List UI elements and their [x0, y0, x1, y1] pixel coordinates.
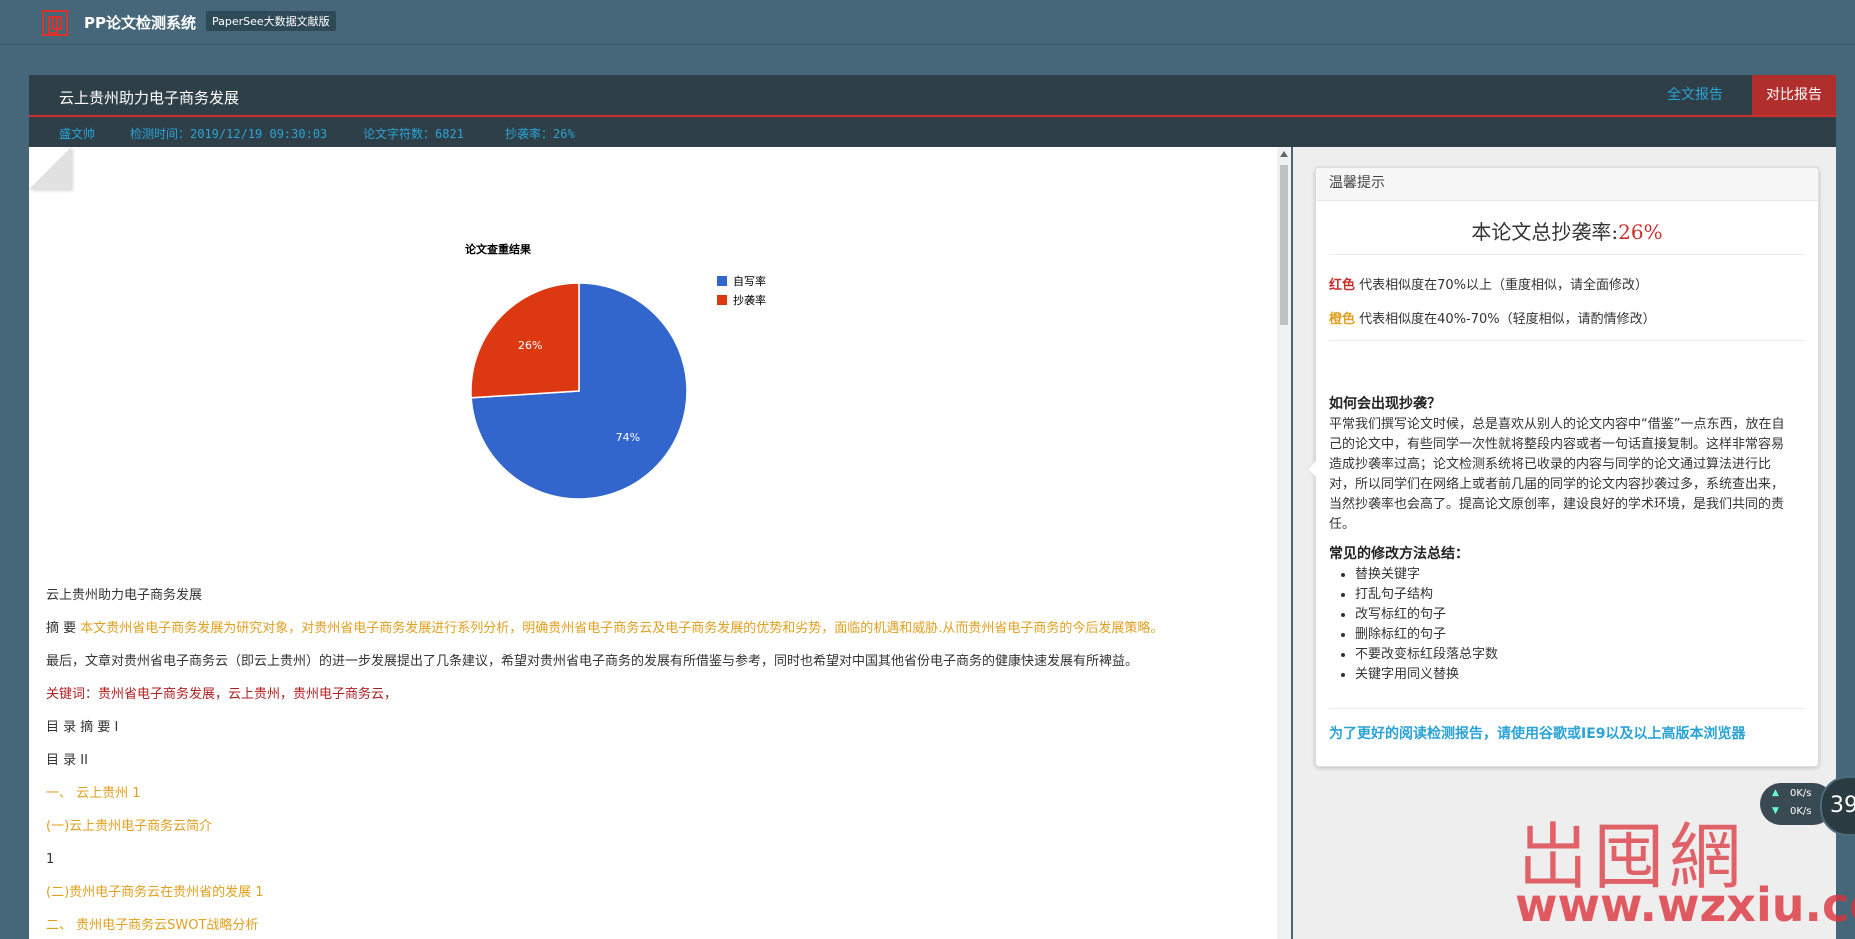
line-text: 一、 云上贵州 1 [46, 786, 141, 801]
top-bar: PP论文检测系统 PaperSee大数据文献版 [0, 0, 1855, 45]
meta-chars: 论文字符数：6821 [363, 127, 464, 141]
watermark-url: www.wzxiu.com [1515, 878, 1855, 932]
document-panel: 论文查重结果 74% 26% 自写率 抄袭率 云上贵州助力电子商务发展摘 要 本文贵… [29, 147, 1282, 939]
orange-label: 橙色 [1329, 312, 1356, 327]
page-fold-icon [29, 147, 71, 189]
document-line: 一、 云上贵州 1 [46, 777, 1163, 810]
method-item: 替换关键字 [1355, 565, 1498, 585]
document-line: (二)贵州电子商务云在贵州省的发展 1 [46, 876, 1163, 909]
report-title: 云上贵州助力电子商务发展 [59, 89, 240, 107]
chart-title: 论文查重结果 [465, 243, 531, 256]
app-edition-badge: PaperSee大数据文献版 [206, 11, 336, 31]
line-text: (一)云上贵州电子商务云简介 [46, 819, 213, 834]
download-arrow-icon: ▼ [1772, 806, 1779, 816]
divider [1329, 708, 1805, 709]
total-rate-line: 本论文总抄袭率:26% [1316, 216, 1818, 245]
legend-swatch [717, 294, 727, 305]
download-speed: 0K/s [1790, 806, 1812, 817]
line-text: 关键词：贵州省电子商务发展，云上贵州，贵州电子商务云， [46, 687, 398, 702]
method-item: 关键字用同义替换 [1355, 665, 1498, 685]
document-line: 最后，文章对贵州省电子商务云（即云上贵州）的进一步发展提出了几条建议，希望对贵州… [46, 645, 1163, 678]
tab-compare-report[interactable]: 对比报告 [1752, 75, 1836, 115]
legend-label: 自写率 [733, 274, 766, 288]
upload-arrow-icon: ▲ [1772, 788, 1779, 798]
scroll-up-icon[interactable] [1280, 151, 1288, 157]
line-text: (二)贵州电子商务云在贵州省的发展 1 [46, 885, 264, 900]
document-line: 关键词：贵州省电子商务发展，云上贵州，贵州电子商务云， [46, 678, 1163, 711]
question-body: 平常我们撰写论文时候，总是喜欢从别人的论文内容中“借鉴”一点东西，放在自己的论文… [1329, 417, 1785, 532]
red-desc: 代表相似度在70%以上（重度相似，请全面修改） [1359, 278, 1649, 293]
line-prefix: 摘 要 [46, 621, 81, 636]
legend-item: 抄袭率 [717, 290, 766, 309]
chart-legend: 自写率 抄袭率 [717, 271, 766, 309]
methods-title: 常见的修改方法总结： [1329, 546, 1469, 562]
pie-slice-label: 74% [616, 431, 640, 444]
document-line: 云上贵州助力电子商务发展 [46, 579, 1163, 612]
method-item: 打乱句子结构 [1355, 585, 1498, 605]
pie-chart: 74% 26% [470, 282, 688, 500]
total-rate-label: 本论文总抄袭率: [1471, 220, 1619, 244]
upload-speed: 0K/s [1790, 788, 1812, 799]
meta-rate: 抄袭率：26% [505, 127, 575, 141]
methods-list: 替换关键字打乱句子结构改写标红的句子删除标红的句子不要改变标红段落总字数关键字用… [1329, 565, 1498, 685]
app-title: PP论文检测系统 [84, 14, 196, 32]
document-scrollbar[interactable] [1277, 147, 1291, 939]
meta-time: 检测时间：2019/12/19 09:30:03 [130, 127, 328, 141]
document-line: 1 [46, 843, 1163, 876]
pie-slice-label: 26% [518, 339, 542, 352]
line-text: 二、 贵州电子商务云SWOT战略分析 [46, 918, 259, 933]
line-text: 1 [46, 852, 55, 867]
divider [1329, 340, 1805, 341]
tab-full-report[interactable]: 全文报告 [1653, 75, 1737, 115]
tip-box: 温馨提示 本论文总抄袭率:26% 红色 代表相似度在70%以上（重度相似，请全面… [1307, 167, 1819, 767]
question-title: 如何会出现抄袭？ [1329, 396, 1441, 412]
report-meta-bar: 盛文帅 检测时间：2019/12/19 09:30:03 论文字符数：6821 … [29, 117, 1836, 147]
legend-swatch [717, 275, 727, 286]
app-logo-icon [42, 10, 68, 36]
document-line: 摘 要 本文贵州省电子商务发展为研究对象，对贵州省电子商务发展进行系列分析，明确… [46, 612, 1163, 645]
document-line: 目 录 II [46, 744, 1163, 777]
scroll-thumb[interactable] [1280, 165, 1288, 325]
line-text: 最后，文章对贵州省电子商务云（即云上贵州）的进一步发展提出了几条建议，希望对贵州… [46, 654, 1139, 669]
document-line: 目 录 摘 要 I [46, 711, 1163, 744]
tip-header: 温馨提示 [1316, 168, 1818, 201]
red-label: 红色 [1329, 278, 1356, 293]
method-item: 删除标红的句子 [1355, 625, 1498, 645]
meta-author: 盛文帅 [59, 127, 96, 141]
orange-legend: 橙色 代表相似度在40%-70%（轻度相似，请酌情修改） [1329, 308, 1656, 327]
legend-label: 抄袭率 [733, 293, 766, 307]
line-text: 目 录 II [46, 753, 88, 768]
divider [1329, 254, 1805, 255]
document-line: 二、 贵州电子商务云SWOT战略分析 [46, 909, 1163, 939]
line-text: 云上贵州助力电子商务发展 [46, 588, 203, 603]
total-rate-value: 26% [1618, 220, 1663, 244]
document-text: 云上贵州助力电子商务发展摘 要 本文贵州省电子商务发展为研究对象，对贵州省电子商… [46, 579, 1163, 939]
method-item: 改写标红的句子 [1355, 605, 1498, 625]
line-text: 本文贵州省电子商务发展为研究对象，对贵州省电子商务发展进行系列分析，明确贵州省电… [80, 621, 1164, 636]
legend-item: 自写率 [717, 271, 766, 290]
red-legend: 红色 代表相似度在70%以上（重度相似，请全面修改） [1329, 274, 1648, 293]
document-line: (一)云上贵州电子商务云简介 [46, 810, 1163, 843]
method-item: 不要改变标红段落总字数 [1355, 645, 1498, 665]
browser-tip: 为了更好的阅读检测报告，请使用谷歌或IE9以及以上高版本浏览器 [1329, 726, 1746, 742]
line-text: 目 录 摘 要 I [46, 720, 119, 735]
orange-desc: 代表相似度在40%-70%（轻度相似，请酌情修改） [1359, 312, 1656, 327]
report-header: 云上贵州助力电子商务发展 全文报告 对比报告 [29, 75, 1836, 117]
